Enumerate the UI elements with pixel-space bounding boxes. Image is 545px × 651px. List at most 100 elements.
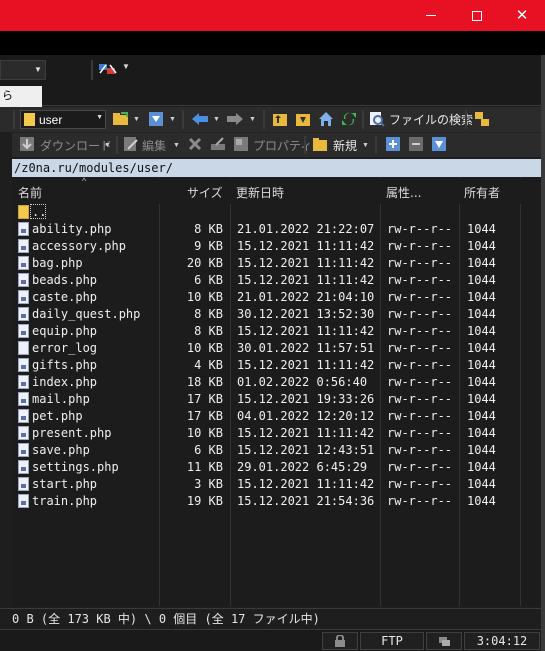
left-gutter: [0, 132, 12, 608]
toolbar-grip: [13, 110, 15, 129]
back-button[interactable]: [190, 110, 210, 128]
folder-icon: [24, 113, 35, 126]
parent-directory-row[interactable]: ..: [12, 204, 541, 221]
folder-combo[interactable]: user ▼: [20, 110, 106, 129]
file-search-label[interactable]: ファイルの検索: [389, 111, 473, 128]
menu-band: [0, 31, 545, 55]
file-row[interactable]: daily_quest.php 8 KB 30.12.2021 13:52:30 rw…: [12, 306, 541, 323]
chevron-down-icon[interactable]: ▼: [173, 142, 180, 149]
column-header-attributes[interactable]: 属性...: [386, 184, 421, 201]
chevron-down-icon[interactable]: ▼: [169, 116, 176, 123]
file-row[interactable]: train.php 19 KB 15.12.2021 21:54:36 rw-r--r…: [12, 493, 541, 510]
file-row[interactable]: settings.php 11 KB 29.01.2022 6:45:29 rw-r-…: [12, 459, 541, 476]
file-modified: 15.12.2021 19:33:26: [237, 392, 375, 406]
text-file-icon: [18, 341, 29, 355]
expand-button[interactable]: [384, 135, 402, 153]
chevron-down-icon[interactable]: ▼: [213, 116, 220, 123]
column-header-owner[interactable]: 所有者: [464, 184, 500, 201]
file-size: 19 KB: [186, 494, 223, 508]
parent-folder-button[interactable]: [270, 110, 290, 128]
home-button[interactable]: [316, 110, 336, 128]
download-icon-button[interactable]: [17, 135, 37, 153]
file-modified: 21.01.2022 21:22:07: [237, 222, 375, 236]
refresh-button[interactable]: [339, 110, 359, 128]
filter-button[interactable]: [146, 110, 166, 128]
queue-button[interactable]: [472, 110, 492, 128]
tab-strip: [0, 86, 545, 106]
file-row[interactable]: mail.php 17 KB 15.12.2021 19:33:26 rw-r--r-…: [12, 391, 541, 408]
column-header-size[interactable]: サイズ: [187, 184, 223, 201]
php-file-icon: [18, 324, 29, 338]
file-name: accessory.php: [32, 239, 126, 253]
properties-icon-button[interactable]: [231, 135, 251, 153]
php-file-icon: [18, 477, 29, 491]
file-row[interactable]: start.php 3 KB 15.12.2021 11:11:42 rw-r--r-…: [12, 476, 541, 493]
file-row[interactable]: index.php 18 KB 01.02.2022 0:56:40 rw-r--r-…: [12, 374, 541, 391]
file-modified: 15.12.2021 11:11:42: [237, 256, 375, 270]
file-search-button[interactable]: [368, 110, 386, 128]
file-row[interactable]: gifts.php 4 KB 15.12.2021 11:11:42 rw-r--r-…: [12, 357, 541, 374]
folder-combo-value: user: [39, 113, 63, 127]
collapse-button[interactable]: [407, 135, 425, 153]
toolbar-divider: [263, 110, 265, 129]
column-header-name[interactable]: 名前: [18, 184, 42, 201]
file-owner: 1044: [467, 477, 496, 491]
file-row[interactable]: present.php 10 KB 15.12.2021 11:11:42 rw-r-…: [12, 425, 541, 442]
file-row[interactable]: beads.php 6 KB 15.12.2021 11:11:42 rw-r--r-…: [12, 272, 541, 289]
chevron-down-icon[interactable]: ▼: [362, 142, 369, 149]
rename-button[interactable]: [208, 135, 228, 153]
minimize-button[interactable]: [408, 0, 454, 31]
file-owner: 1044: [467, 273, 496, 287]
file-attributes: rw-r--r--: [387, 443, 453, 457]
file-name: present.php: [32, 426, 112, 440]
file-size: 8 KB: [194, 222, 223, 236]
maximize-button[interactable]: [454, 0, 500, 31]
file-attributes: rw-r--r--: [387, 341, 453, 355]
chevron-down-icon[interactable]: ▼: [249, 116, 256, 123]
file-modified: 15.12.2021 11:11:42: [237, 358, 375, 372]
open-folder-button[interactable]: [111, 110, 131, 128]
file-modified: 29.01.2022 6:45:29: [237, 460, 368, 474]
file-row[interactable]: caste.php 10 KB 21.01.2022 21:04:10 rw-r--r…: [12, 289, 541, 306]
reconnect-button[interactable]: [97, 61, 119, 77]
file-row[interactable]: equip.php 8 KB 15.12.2021 11:11:42 rw-r--r-…: [12, 323, 541, 340]
edit-button[interactable]: 編集: [142, 137, 166, 154]
search-icon: [370, 112, 385, 127]
chevron-down-icon[interactable]: ▼: [122, 62, 130, 71]
forward-button[interactable]: [225, 110, 245, 128]
new-button[interactable]: 新規: [333, 137, 357, 154]
file-size: 4 KB: [194, 358, 223, 372]
file-row[interactable]: save.php 6 KB 15.12.2021 12:43:51 rw-r--r--…: [12, 442, 541, 459]
php-file-icon: [18, 239, 29, 253]
file-row[interactable]: pet.php 17 KB 04.01.2022 12:20:12 rw-r--r--…: [12, 408, 541, 425]
file-owner: 1044: [467, 307, 496, 321]
root-folder-button[interactable]: [293, 110, 313, 128]
delete-button[interactable]: [186, 135, 204, 153]
file-modified: 01.02.2022 0:56:40: [237, 375, 368, 389]
select-filter-button[interactable]: [430, 135, 448, 153]
file-name: bag.php: [32, 256, 83, 270]
file-attributes: rw-r--r--: [387, 460, 453, 474]
refresh-icon: [342, 112, 356, 126]
path-bar[interactable]: /z0na.ru/modules/user/: [12, 159, 541, 177]
file-row[interactable]: bag.php 20 KB 15.12.2021 11:11:42 rw-r--r--…: [12, 255, 541, 272]
new-folder-icon-button[interactable]: [310, 135, 330, 153]
file-attributes: rw-r--r--: [387, 494, 453, 508]
download-button[interactable]: ダウンロード: [40, 137, 112, 154]
chevron-down-icon[interactable]: ▼: [133, 116, 140, 123]
file-attributes: rw-r--r--: [387, 426, 453, 440]
toolbar-divider: [91, 60, 93, 80]
file-modified: 15.12.2021 11:11:42: [237, 273, 375, 287]
file-row[interactable]: error_log 10 KB 30.01.2022 11:57:51 rw-r--r…: [12, 340, 541, 357]
column-header-modified[interactable]: 更新日時: [236, 184, 284, 201]
file-row[interactable]: ability.php 8 KB 21.01.2022 21:22:07 rw-r--…: [12, 221, 541, 238]
file-attributes: rw-r--r--: [387, 307, 453, 321]
chevron-down-icon[interactable]: ▼: [104, 142, 111, 149]
file-attributes: rw-r--r--: [387, 358, 453, 372]
edit-icon-button[interactable]: [121, 135, 141, 153]
file-row[interactable]: accessory.php 9 KB 15.12.2021 11:11:42 rw-r…: [12, 238, 541, 255]
close-button[interactable]: ✕: [499, 0, 545, 31]
chevron-down-icon: ▼: [34, 65, 42, 74]
tab-connection[interactable]: ら: [0, 86, 42, 107]
drive-combo[interactable]: ▼: [0, 60, 46, 80]
